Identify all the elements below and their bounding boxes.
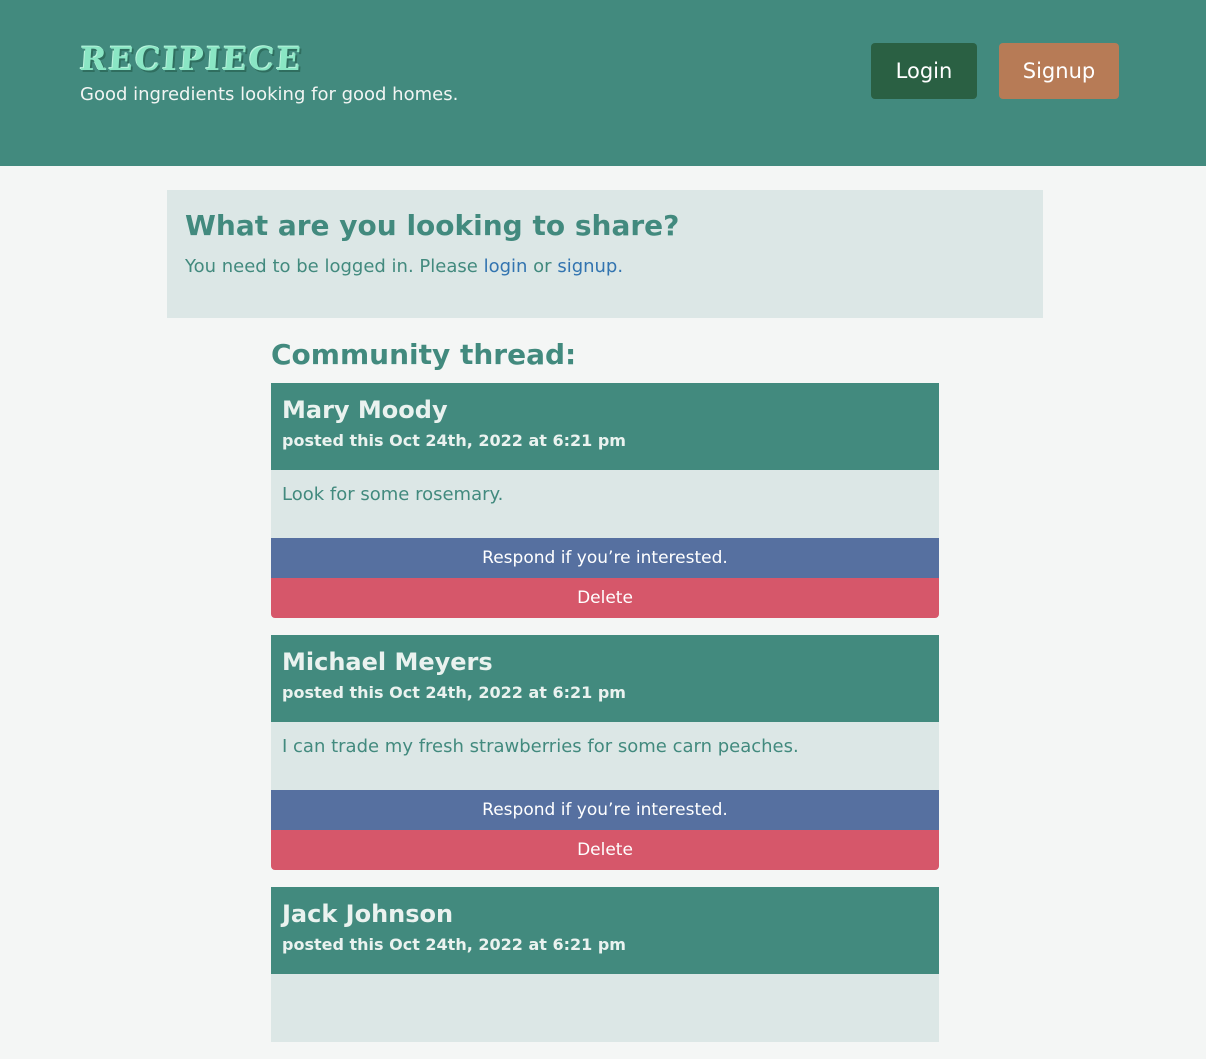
delete-button[interactable]: Delete: [271, 830, 939, 870]
post-author: Mary Moody: [282, 396, 448, 424]
share-title: What are you looking to share?: [185, 209, 680, 242]
respond-button[interactable]: Respond if you’re interested.: [271, 538, 939, 578]
delete-button[interactable]: Delete: [271, 578, 939, 618]
share-panel: What are you looking to share? You need …: [167, 190, 1043, 318]
post-card: Jack Johnson posted this Oct 24th, 2022 …: [271, 887, 939, 1042]
login-required-text: You need to be logged in. Please: [185, 256, 478, 277]
signup-link[interactable]: signup.: [557, 256, 623, 277]
post-header: Jack Johnson posted this Oct 24th, 2022 …: [271, 887, 939, 974]
login-button[interactable]: Login: [871, 43, 977, 99]
post-card: Michael Meyers posted this Oct 24th, 202…: [271, 635, 939, 870]
post-date: posted this Oct 24th, 2022 at 6:21 pm: [282, 935, 626, 954]
login-required-message: You need to be logged in. Please login o…: [185, 256, 1025, 277]
post-body: [271, 974, 939, 1042]
post-author: Michael Meyers: [282, 648, 493, 676]
site-header: RECIPIECE Good ingredients looking for g…: [0, 0, 1206, 166]
post-body: Look for some rosemary.: [271, 470, 939, 538]
post-date: posted this Oct 24th, 2022 at 6:21 pm: [282, 431, 626, 450]
or-text: or: [533, 256, 552, 277]
post-header: Mary Moody posted this Oct 24th, 2022 at…: [271, 383, 939, 470]
post-date: posted this Oct 24th, 2022 at 6:21 pm: [282, 683, 626, 702]
post-author: Jack Johnson: [282, 900, 454, 928]
thread-title: Community thread:: [271, 338, 577, 371]
site-tagline: Good ingredients looking for good homes.: [80, 84, 459, 105]
site-logo[interactable]: RECIPIECE: [79, 40, 304, 78]
community-thread: Community thread: Mary Moody posted this…: [271, 336, 939, 1059]
post-body: I can trade my fresh strawberries for so…: [271, 722, 939, 790]
post-header: Michael Meyers posted this Oct 24th, 202…: [271, 635, 939, 722]
respond-button[interactable]: Respond if you’re interested.: [271, 790, 939, 830]
login-link[interactable]: login: [484, 256, 528, 277]
signup-button[interactable]: Signup: [999, 43, 1119, 99]
post-card: Mary Moody posted this Oct 24th, 2022 at…: [271, 383, 939, 618]
